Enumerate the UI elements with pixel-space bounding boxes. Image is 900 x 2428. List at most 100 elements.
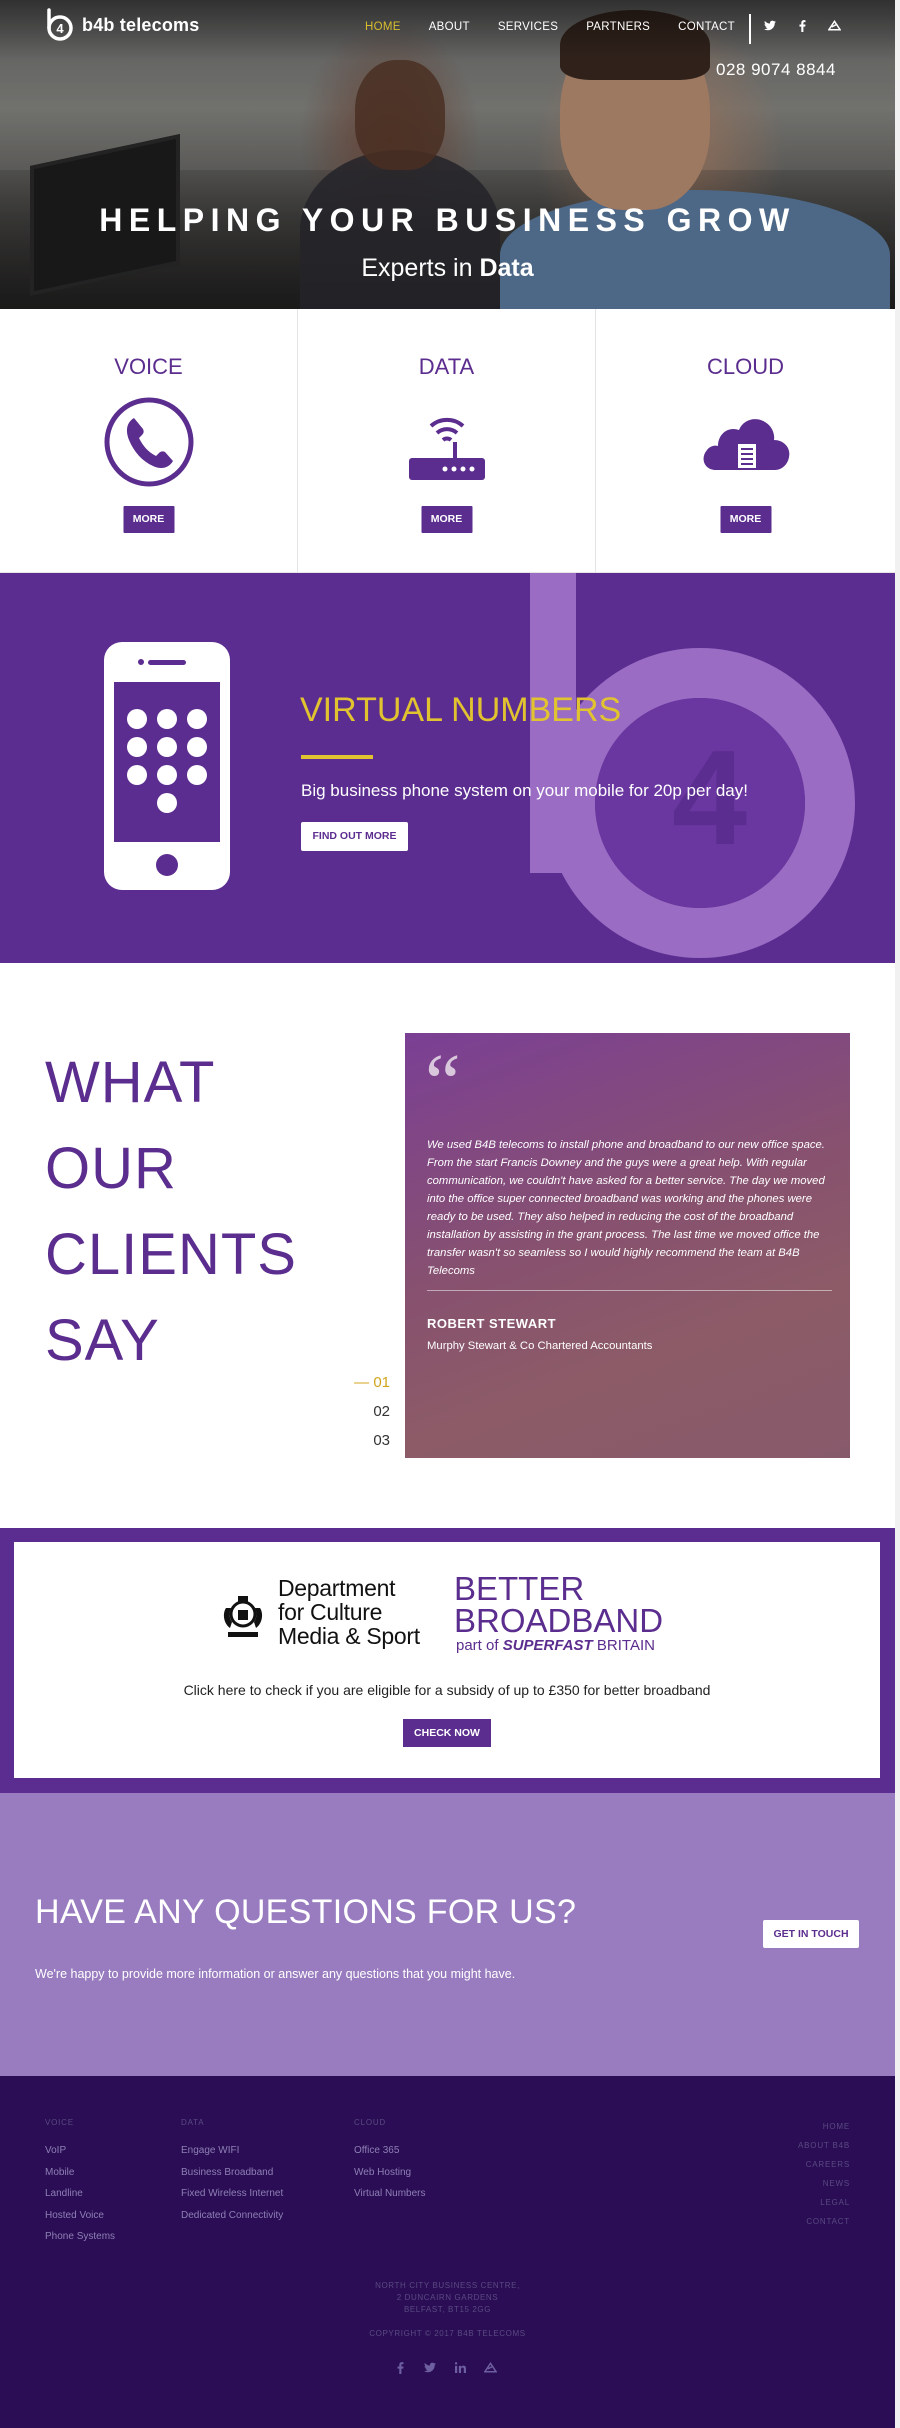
- footer-link-fixed-wireless[interactable]: Fixed Wireless Internet: [181, 2188, 283, 2210]
- services-row: VOICE MORE DATA MORE CLOUD MORE: [0, 309, 895, 573]
- tagline-highlight: SUPERFAST: [502, 1637, 593, 1654]
- broadband-section: Department for Culture Media & Sport BET…: [0, 1528, 895, 1793]
- broadband-eligibility-text[interactable]: Click here to check if you are eligible …: [14, 1682, 880, 1698]
- slide-01-label: 01: [373, 1374, 390, 1391]
- nav-divider: [749, 14, 751, 44]
- phone-icon: [104, 397, 193, 487]
- service-voice-title: VOICE: [114, 354, 183, 379]
- footer-link-dedicated-connectivity[interactable]: Dedicated Connectivity: [181, 2210, 283, 2232]
- nav-about[interactable]: ABOUT: [429, 21, 470, 33]
- heading-line-clients: CLIENTS: [45, 1222, 297, 1287]
- tagline-suffix: BRITAIN: [596, 1637, 655, 1654]
- footer-link-office-365[interactable]: Office 365: [354, 2145, 426, 2167]
- check-now-button[interactable]: CHECK NOW: [403, 1719, 491, 1747]
- svg-text:4: 4: [56, 21, 64, 36]
- header-phone[interactable]: 028 9074 8844: [716, 60, 836, 80]
- twitter-icon[interactable]: [423, 2362, 437, 2377]
- slide-02[interactable]: 02: [352, 1403, 390, 1432]
- hero-title: HELPING YOUR BUSINESS GROW: [99, 202, 796, 238]
- b4b-logo-icon: 4: [47, 8, 73, 41]
- hero-subtitle-prefix: Experts in: [361, 254, 473, 282]
- testimonial-author: ROBERT STEWART: [427, 1316, 557, 1331]
- service-cloud-title: CLOUD: [706, 354, 784, 379]
- footer-nav: HOME ABOUT B4B CAREERS NEWS LEGAL CONTAC…: [750, 2122, 850, 2236]
- nav-contact[interactable]: CONTACT: [678, 21, 735, 33]
- footer-link-virtual-numbers[interactable]: Virtual Numbers: [354, 2188, 426, 2210]
- service-voice: VOICE MORE: [0, 309, 298, 573]
- footer-nav-contact[interactable]: CONTACT: [750, 2217, 850, 2236]
- facebook-icon[interactable]: [795, 20, 809, 35]
- linkedin-icon[interactable]: [453, 2362, 467, 2377]
- dcms-line-2: for Culture: [278, 1599, 383, 1625]
- b4b-icon[interactable]: [827, 20, 841, 35]
- heading-line-say: SAY: [45, 1308, 160, 1373]
- nav-services[interactable]: SERVICES: [498, 21, 558, 33]
- service-data-title: DATA: [418, 354, 475, 379]
- hero-banner: 4 b4b telecoms HOME ABOUT SERVICES PARTN…: [0, 0, 895, 309]
- testimonial-divider: [427, 1290, 832, 1291]
- get-in-touch-button[interactable]: GET IN TOUCH: [763, 1920, 859, 1948]
- footer-link-engage-wifi[interactable]: Engage WIFI: [181, 2145, 283, 2167]
- footer-link-landline[interactable]: Landline: [45, 2188, 115, 2210]
- b4b-icon[interactable]: [483, 2362, 497, 2377]
- footer-col-data: DATA Engage WIFI Business Broadband Fixe…: [181, 2118, 283, 2231]
- slide-03[interactable]: 03: [352, 1432, 390, 1461]
- nav-home[interactable]: HOME: [365, 21, 401, 33]
- virtual-numbers-text: Big business phone system on your mobile…: [301, 781, 748, 800]
- site-footer: VOICE VoIP Mobile Landline Hosted Voice …: [0, 2076, 895, 2428]
- virtual-numbers-title: VIRTUAL NUMBERS: [300, 691, 622, 729]
- voice-more-button[interactable]: MORE: [123, 506, 174, 533]
- nav-partners[interactable]: PARTNERS: [586, 21, 650, 33]
- footer-link-voip[interactable]: VoIP: [45, 2145, 115, 2167]
- footer-heading-cloud: CLOUD: [354, 2118, 387, 2127]
- tagline-prefix: part of: [456, 1637, 499, 1654]
- address-line-2: 2 DUNCAIRN GARDENS: [396, 2293, 499, 2302]
- better-broadband-tagline: part of SUPERFAST BRITAIN: [456, 1637, 655, 1654]
- heading-line-what: WHAT: [45, 1050, 216, 1115]
- footer-nav-legal[interactable]: LEGAL: [750, 2198, 850, 2217]
- virtual-numbers-section: 4 VIRTUAL NUMBERS Big business phone sys…: [0, 573, 895, 963]
- main-nav: HOME ABOUT SERVICES PARTNERS CONTACT: [365, 21, 763, 33]
- footer-nav-about[interactable]: ABOUT B4B: [750, 2141, 850, 2160]
- address-line-1: NORTH CITY BUSINESS CENTRE,: [375, 2281, 520, 2290]
- facebook-icon[interactable]: [393, 2362, 407, 2377]
- footer-nav-home[interactable]: HOME: [750, 2122, 850, 2141]
- slide-01[interactable]: — 01: [352, 1374, 390, 1403]
- testimonial-quote: We used B4B telecoms to install phone an…: [427, 1139, 825, 1277]
- testimonial-card: “ We used B4B telecoms to install phone …: [405, 1033, 850, 1458]
- broadband-card: Department for Culture Media & Sport BET…: [14, 1542, 880, 1778]
- footer-col-cloud: CLOUD Office 365 Web Hosting Virtual Num…: [354, 2118, 426, 2210]
- footer-nav-careers[interactable]: CAREERS: [750, 2160, 850, 2179]
- better-broadband-line-2: BROADBAND: [454, 1602, 664, 1639]
- questions-text: We're happy to provide more information …: [35, 1967, 516, 1981]
- testimonial-pager: — 01 02 03: [352, 1374, 390, 1461]
- twitter-icon[interactable]: [763, 20, 777, 35]
- service-data: DATA MORE: [298, 309, 596, 573]
- footer-link-phone-systems[interactable]: Phone Systems: [45, 2231, 115, 2253]
- footer-link-hosted-voice[interactable]: Hosted Voice: [45, 2210, 115, 2232]
- footer-link-business-broadband[interactable]: Business Broadband: [181, 2167, 283, 2189]
- footer-link-web-hosting[interactable]: Web Hosting: [354, 2167, 426, 2189]
- testimonials-heading: WHAT OUR CLIENTS SAY: [45, 1040, 297, 1384]
- better-broadband-line-1: BETTER: [454, 1570, 585, 1607]
- header-social: [763, 20, 841, 35]
- royal-crest-icon: [223, 1596, 263, 1637]
- heading-line-our: OUR: [45, 1136, 177, 1201]
- site-logo[interactable]: 4 b4b telecoms: [42, 8, 199, 42]
- smartphone-icon: [104, 642, 230, 890]
- dcms-line-1: Department: [278, 1575, 396, 1601]
- address-line-3: BELFAST, BT15 2GG: [403, 2305, 492, 2314]
- page-scrollbar[interactable]: [895, 0, 900, 2428]
- dcms-logo: Department for Culture Media & Sport: [278, 1576, 420, 1648]
- logo-text: b4b telecoms: [82, 14, 200, 35]
- cloud-more-button[interactable]: MORE: [720, 506, 771, 533]
- testimonial-company: Murphy Stewart & Co Chartered Accountant…: [427, 1340, 653, 1352]
- service-cloud: CLOUD MORE: [596, 309, 895, 573]
- router-icon: [408, 417, 485, 480]
- footer-link-mobile[interactable]: Mobile: [45, 2167, 115, 2189]
- footer-nav-news[interactable]: NEWS: [750, 2179, 850, 2198]
- dcms-line-3: Media & Sport: [278, 1623, 420, 1649]
- data-more-button[interactable]: MORE: [421, 506, 472, 533]
- hero-subtitle-highlight: Data: [479, 254, 534, 282]
- find-out-more-button[interactable]: FIND OUT MORE: [301, 822, 408, 851]
